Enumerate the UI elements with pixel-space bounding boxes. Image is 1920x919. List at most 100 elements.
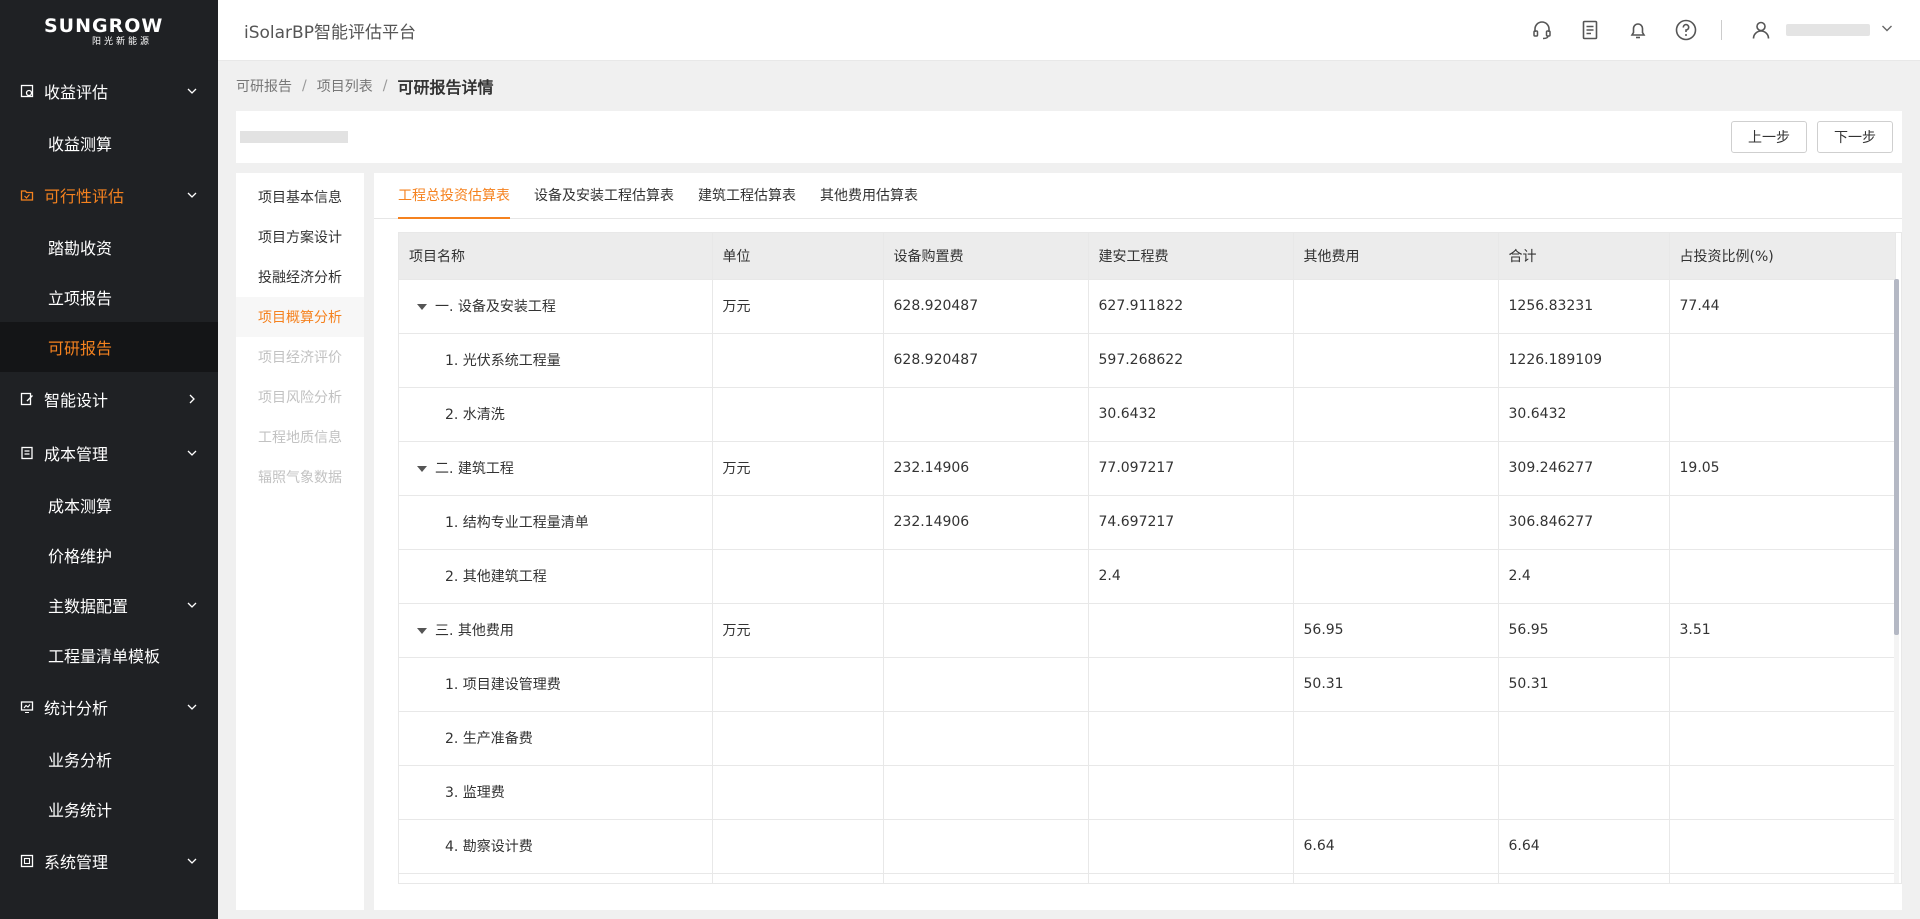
section-budget[interactable]: 项目概算分析 [236,297,364,337]
gauge-icon [20,84,34,98]
sidebar-group-system[interactable]: 系统管理 [0,834,218,888]
table-cell-total [1498,765,1670,820]
section-basic-info[interactable]: 项目基本信息 [236,177,364,217]
section-financing[interactable]: 投融经济分析 [236,257,364,297]
table-cell-unit [712,711,884,766]
table-cell-name: 三. 其他费用 [399,603,713,658]
sidebar-group-cost[interactable]: 成本管理 [0,426,218,480]
table-cell-other [1293,333,1499,388]
user-avatar-icon[interactable] [1748,17,1774,43]
headset-icon[interactable] [1529,17,1555,43]
caret-down-icon[interactable] [417,304,427,310]
sidebar-item-survey[interactable]: 踏勘收资 [0,222,218,272]
tab-total-investment[interactable]: 工程总投资估算表 [398,172,510,219]
next-step-button[interactable]: 下一步 [1817,121,1893,153]
table-cell-unit: 万元 [712,441,884,496]
column-header: 其他费用 [1293,233,1499,280]
user-name-redacted[interactable] [1786,24,1870,36]
chevron-down-icon [186,596,198,615]
chevron-down-icon [186,701,198,713]
row-name: 一. 设备及安装工程 [435,299,556,315]
sidebar-group-label: 系统管理 [44,853,109,872]
table-cell-equip: 628.920487 [883,279,1089,334]
table-row: 2. 其他建筑工程 2.4 2.4 [399,549,1896,604]
sidebar: SUNGROW 阳光新能源 收益评估 收益测算 可行性评估 踏勘收资 立项报告 … [0,0,218,919]
table-cell-unit [712,873,884,883]
chevron-down-icon [186,855,198,867]
project-name-redacted [240,131,348,143]
sidebar-item-price[interactable]: 价格维护 [0,530,218,580]
table-cell-unit [712,387,884,442]
tab-construction[interactable]: 建筑工程估算表 [698,172,796,218]
breadcrumb-link[interactable]: 可研报告 [236,76,292,96]
table-row: 三. 其他费用 万元 56.95 56.95 3.51 [399,603,1896,658]
row-name: 2. 其他建筑工程 [445,569,547,585]
sidebar-item-master-data[interactable]: 主数据配置 [0,580,218,630]
sidebar-group-revenue[interactable]: 收益评估 [0,64,218,118]
section-design[interactable]: 项目方案设计 [236,217,364,257]
prev-step-button[interactable]: 上一步 [1731,121,1807,153]
sidebar-group-feasibility[interactable]: 可行性评估 [0,168,218,222]
table-row: 2. 水清洗 30.6432 30.6432 [399,387,1896,442]
table-cell-ratio [1669,387,1896,442]
table-cell-total: 2.4 [1498,549,1670,604]
sidebar-group-label: 成本管理 [44,445,109,464]
table-cell-unit [712,819,884,874]
table-cell-total [1498,711,1670,766]
table-row: 1. 光伏系统工程量 628.920487 597.268622 1226.18910… [399,333,1896,388]
table-cell-ratio [1669,549,1896,604]
sidebar-item-feasibility-report[interactable]: 可研报告 [0,322,218,372]
breadcrumb-current: 可研报告详情 [397,78,494,97]
table-cell-equip [883,549,1089,604]
ledger-icon [20,446,34,460]
table-cell-name: 1. 结构专业工程量清单 [399,495,713,550]
table-cell-equip [883,873,1089,883]
help-icon[interactable] [1673,17,1699,43]
table-cell-ratio: 77.44 [1669,279,1896,334]
sidebar-item-bill-template[interactable]: 工程量清单模板 [0,630,218,680]
table-cell-install: 77.097217 [1088,441,1294,496]
folder-check-icon [20,188,34,202]
sidebar-item-cost-calc[interactable]: 成本测算 [0,480,218,530]
table-cell-equip: 628.920487 [883,333,1089,388]
estimate-tabs: 工程总投资估算表 设备及安装工程估算表 建筑工程估算表 其他费用估算表 [374,173,1902,219]
sidebar-item-biz-analysis[interactable]: 业务分析 [0,734,218,784]
logo[interactable]: SUNGROW 阳光新能源 [0,0,218,64]
breadcrumb-link[interactable]: 项目列表 [317,76,373,96]
sidebar-item-revenue-calc[interactable]: 收益测算 [0,118,218,168]
scrollbar-thumb[interactable] [1894,279,1899,635]
section-geology: 工程地质信息 [258,430,342,446]
table-cell-install [1088,657,1294,712]
app-title: iSolarBP智能评估平台 [244,22,416,43]
table-cell-install: 627.911822 [1088,279,1294,334]
sidebar-group-design[interactable]: 智能设计 [0,372,218,426]
row-name: 1. 光伏系统工程量 [445,353,561,369]
table-cell-other [1293,549,1499,604]
tab-other-costs[interactable]: 其他费用估算表 [820,172,918,218]
row-name: 3. 监理费 [445,785,505,801]
header-divider [1721,20,1722,40]
main-panel: 工程总投资估算表 设备及安装工程估算表 建筑工程估算表 其他费用估算表 项目名称… [374,173,1902,910]
table-row: 二. 建筑工程 万元 232.14906 77.097217 309.246277 19.… [399,441,1896,496]
table-cell-total: 56.95 [1498,603,1670,658]
bell-icon[interactable] [1625,17,1651,43]
table-cell-other [1293,279,1499,334]
caret-down-icon[interactable] [417,466,427,472]
tab-equipment-install[interactable]: 设备及安装工程估算表 [534,172,674,218]
table-row: 一. 设备及安装工程 万元 628.920487 627.911822 1256.832… [399,279,1896,334]
sidebar-group-label: 智能设计 [44,391,109,410]
table-cell-ratio: 19.05 [1669,441,1896,496]
table-cell-name [399,873,713,883]
chevron-right-icon [186,393,198,405]
table-cell-name: 2. 其他建筑工程 [399,549,713,604]
sidebar-group-stats[interactable]: 统计分析 [0,680,218,734]
document-icon[interactable] [1577,17,1603,43]
sidebar-item-biz-stats[interactable]: 业务统计 [0,784,218,834]
breadcrumb-separator: / [382,78,388,94]
table-cell-name: 2. 水清洗 [399,387,713,442]
table-cell-total: 50.31 [1498,657,1670,712]
chevron-down-icon[interactable] [1880,21,1894,39]
table-cell-install: 30.6432 [1088,387,1294,442]
caret-down-icon[interactable] [417,628,427,634]
sidebar-item-project-report[interactable]: 立项报告 [0,272,218,322]
